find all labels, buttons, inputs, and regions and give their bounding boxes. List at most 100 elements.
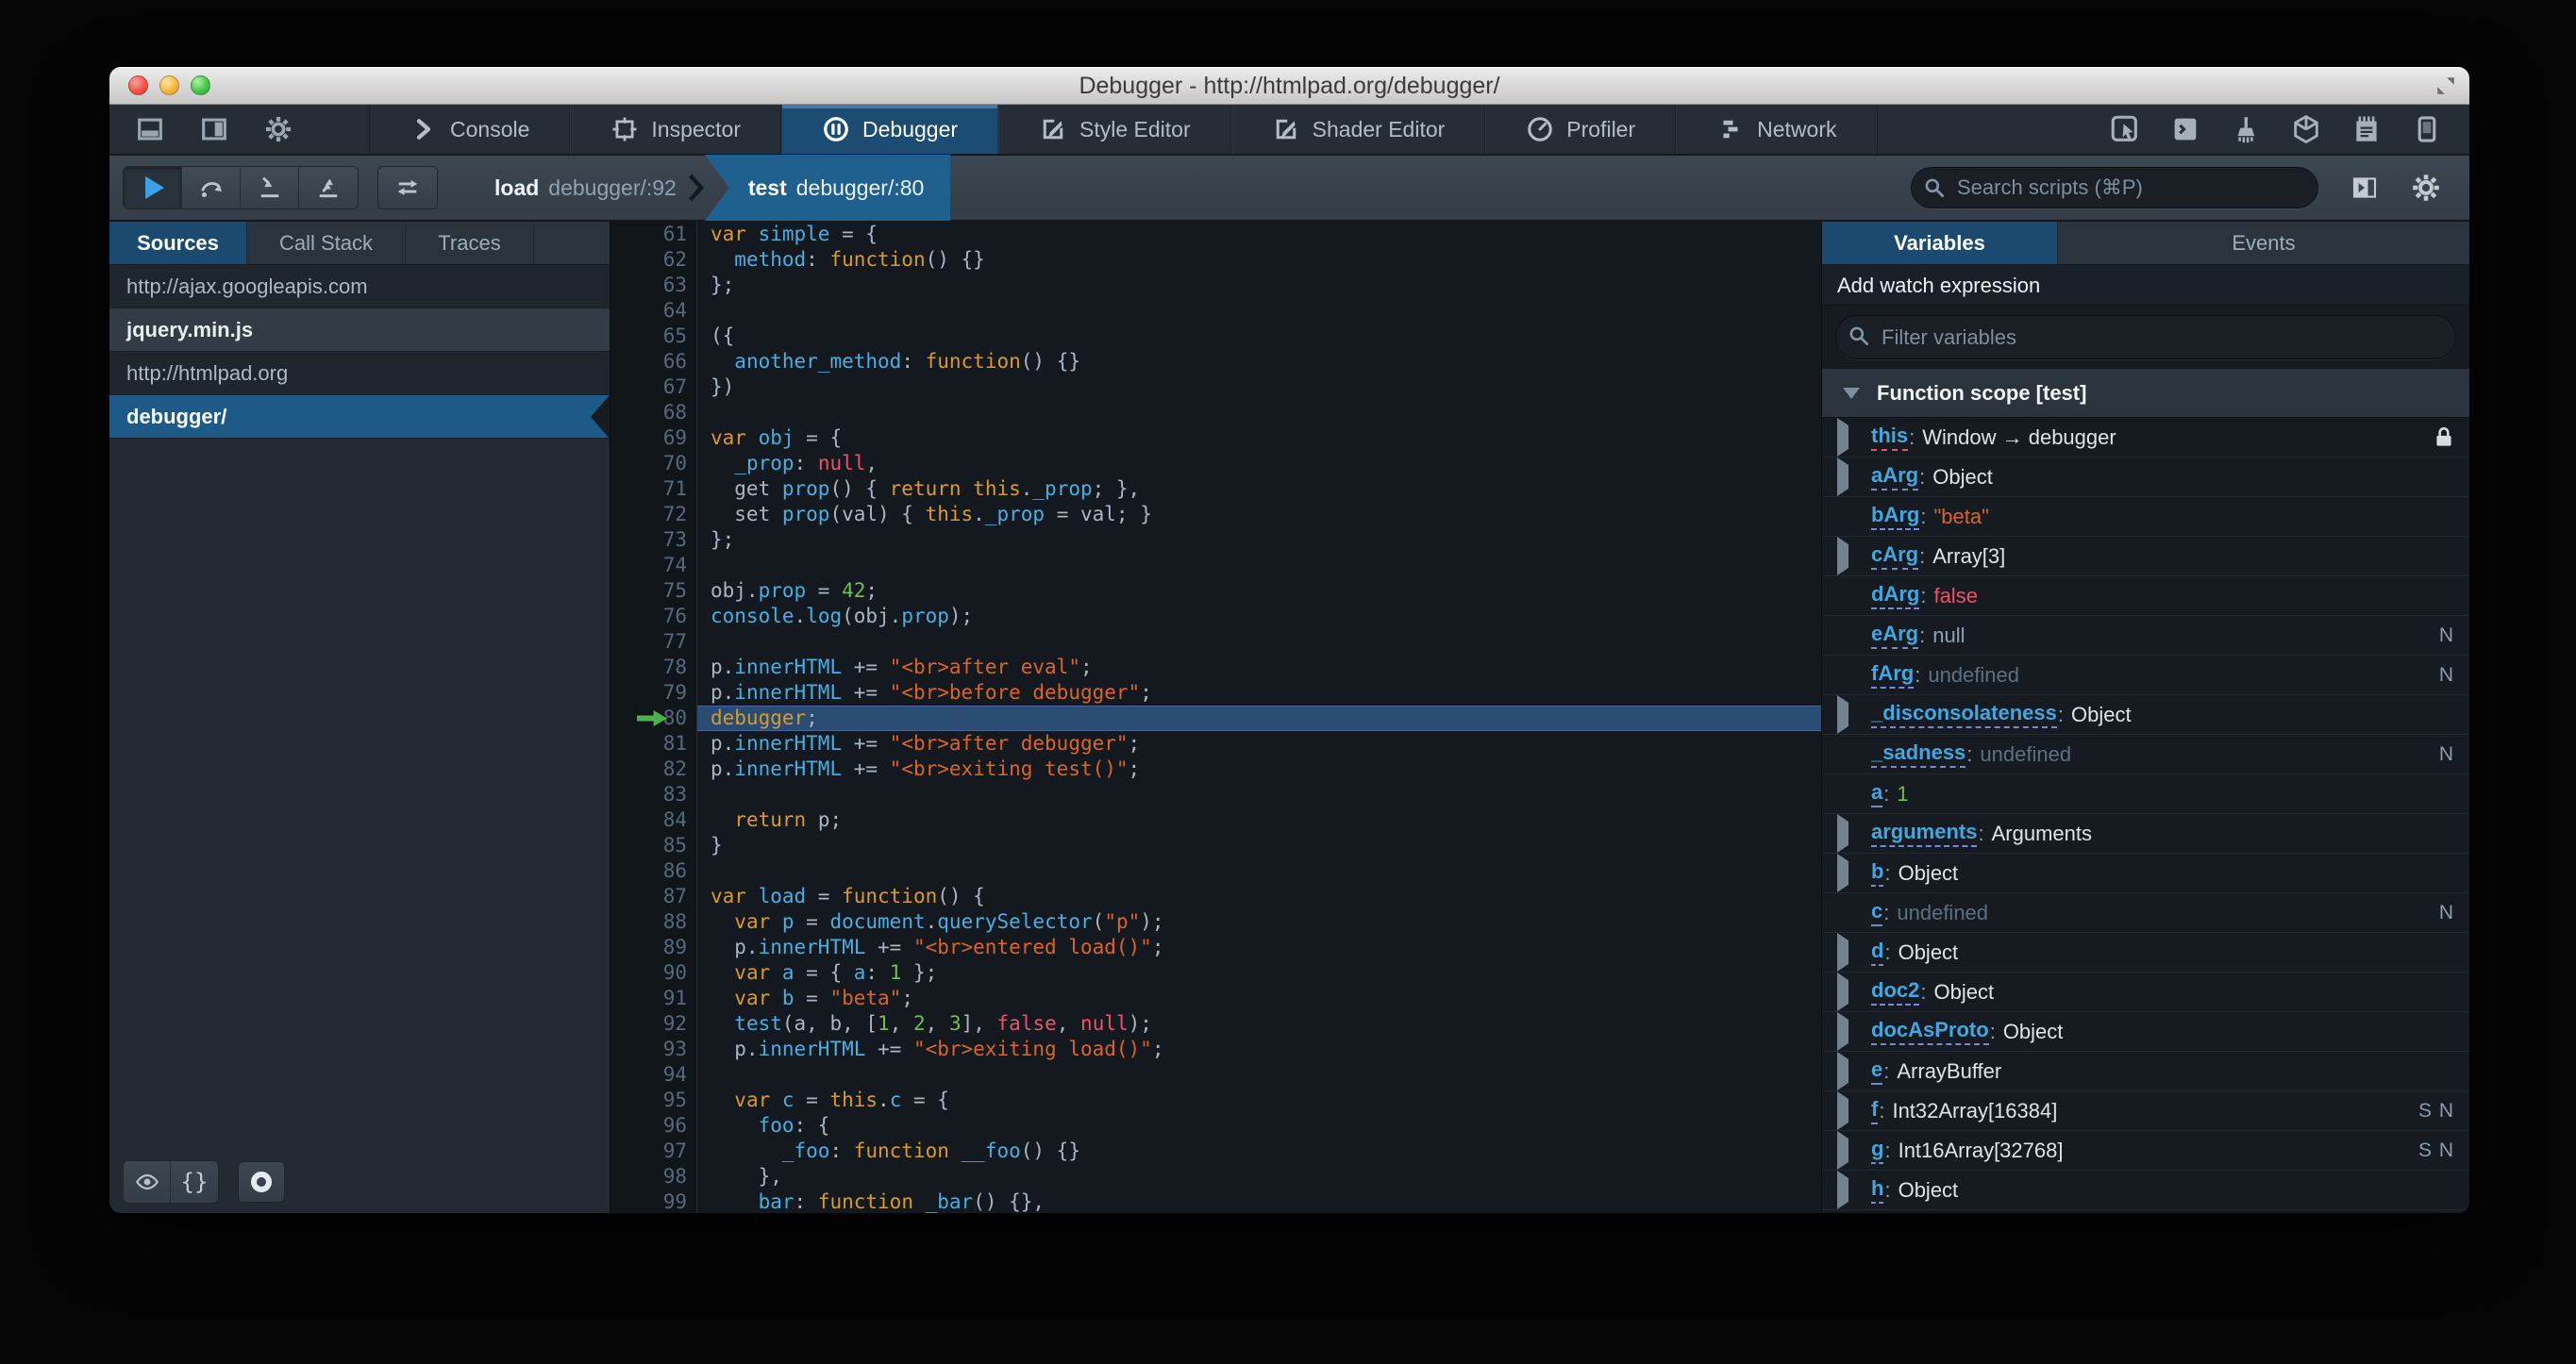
minimize-button[interactable] [159,75,179,95]
variable-value[interactable]: undefined [1928,663,2019,688]
zoom-button[interactable] [191,75,210,95]
search-scripts-input[interactable] [1911,167,2318,208]
variable-value[interactable]: Object [2003,1020,2064,1044]
line-number[interactable]: 70 [611,451,697,476]
tab-inspector[interactable]: Inspector [570,105,781,154]
dock-bottom-button[interactable] [134,113,166,145]
source-item[interactable]: http://ajax.googleapis.com [109,265,610,308]
tilt-3d-button[interactable] [2290,113,2322,145]
variable-value[interactable]: ArrayBuffer [1897,1059,2001,1084]
line-number[interactable]: 87 [611,884,697,909]
code-text[interactable]: set prop(val) { this._prop = val; } [697,502,1821,527]
sources-tab-sources[interactable]: Sources [109,222,247,264]
fullscreen-icon[interactable] [2435,75,2456,96]
variable-name[interactable]: fArg [1871,661,1915,689]
toggle-breakpoints-button[interactable] [238,1161,285,1203]
source-item[interactable]: jquery.min.js [109,308,610,352]
line-number[interactable]: 67 [611,374,697,400]
source-item[interactable]: http://htmlpad.org [109,352,610,395]
code-text[interactable]: get prop() { return this._prop; }, [697,476,1821,502]
sources-tab-call-stack[interactable]: Call Stack [247,222,406,264]
add-watch-expression[interactable]: Add watch expression [1822,265,2469,306]
tab-profiler[interactable]: Profiler [1485,105,1677,154]
step-out-button[interactable] [299,167,358,208]
variable-name[interactable]: doc2 [1871,978,1920,1006]
expand-arrow-icon[interactable] [1837,418,1871,457]
code-text[interactable]: p.innerHTML += "<br>before debugger"; [697,680,1821,706]
expand-arrow-icon[interactable] [1837,694,1871,734]
line-number[interactable]: 62 [611,247,697,273]
variable-name[interactable]: eArg [1871,622,1919,649]
panel-toggle-button[interactable] [2347,172,2383,204]
line-number[interactable]: 91 [611,986,697,1011]
responsive-mode-button[interactable] [2411,113,2443,145]
variable-value[interactable]: false [1933,584,1977,608]
variable-name[interactable]: d [1871,939,1884,966]
code-text[interactable]: var load = function() { [697,884,1821,909]
line-number[interactable]: 85 [611,833,697,858]
line-number[interactable]: 95 [611,1088,697,1113]
variable-value[interactable]: Int16Array[32768] [1899,1139,2064,1163]
line-number[interactable]: 65 [611,324,697,349]
line-number[interactable]: 97 [611,1139,697,1164]
code-text[interactable]: p.innerHTML += "<br>entered load()"; [697,935,1821,960]
variable-name[interactable]: f [1871,1097,1879,1124]
variable-value[interactable]: "beta" [1933,505,1988,529]
tab-console[interactable]: Console [370,105,571,154]
expand-arrow-icon[interactable] [1837,1170,1871,1209]
scratchpad-button[interactable] [2350,113,2383,145]
code-text[interactable] [697,782,1821,807]
variable-name[interactable]: cArg [1871,542,1919,570]
dock-side-button[interactable] [198,113,230,145]
line-number[interactable]: 84 [611,807,697,833]
code-text[interactable]: obj.prop = 42; [697,578,1821,604]
variable-value[interactable]: Object [1932,465,1993,490]
line-number[interactable]: 83 [611,782,697,807]
variable-name[interactable]: _sadness [1871,740,1966,768]
expand-arrow-icon[interactable] [1837,457,1871,496]
breadcrumb-frame-load[interactable]: load debugger/:92 [483,175,688,201]
expand-arrow-icon[interactable] [1837,1011,1871,1051]
pick-element-button[interactable] [2109,113,2141,145]
code-text[interactable]: var c = this.c = { [697,1088,1821,1113]
variable-name[interactable]: b [1871,859,1884,887]
code-text[interactable]: } [697,833,1821,858]
code-text[interactable]: test(a, b, [1, 2, 3], false, null); [697,1011,1821,1037]
step-in-button[interactable] [241,167,299,208]
expand-arrow-icon[interactable] [1837,972,1871,1011]
code-text[interactable]: _prop: null, [697,451,1821,476]
variable-name[interactable]: g [1871,1137,1884,1164]
code-text[interactable]: p.innerHTML += "<br>exiting load()"; [697,1037,1821,1062]
filter-variables-input[interactable] [1835,315,2456,359]
code-text[interactable]: var p = document.querySelector("p"); [697,909,1821,935]
line-number[interactable]: 89 [611,935,697,960]
line-number[interactable]: 73 [611,527,697,553]
tab-shader-editor[interactable]: Shader Editor [1230,105,1486,154]
expand-arrow-icon[interactable] [1837,813,1871,853]
variable-name[interactable]: docAsProto [1871,1018,1989,1045]
code-text[interactable]: debugger; [697,706,1821,731]
line-number[interactable]: 71 [611,476,697,502]
line-number[interactable]: 79 [611,680,697,706]
code-text[interactable] [697,858,1821,884]
variable-name[interactable]: dArg [1871,582,1920,609]
code-text[interactable]: return p; [697,807,1821,833]
code-text[interactable]: p.innerHTML += "<br>after eval"; [697,655,1821,680]
line-number[interactable]: 78 [611,655,697,680]
line-number[interactable]: 75 [611,578,697,604]
variable-name[interactable]: a [1871,780,1883,807]
tab-network[interactable]: Network [1676,105,1878,154]
variable-value[interactable]: Object [1899,1178,1959,1203]
line-number[interactable]: 64 [611,298,697,324]
code-text[interactable] [697,298,1821,324]
line-number[interactable]: 61 [611,222,697,247]
variable-value[interactable]: 1 [1897,782,1908,807]
expand-arrow-icon[interactable] [1837,853,1871,892]
variable-name[interactable]: _disconsolateness [1871,701,2057,728]
variable-name[interactable]: c [1871,899,1883,926]
expand-arrow-icon[interactable] [1837,1051,1871,1090]
expand-arrow-icon[interactable] [1837,1130,1871,1170]
line-number[interactable]: 93 [611,1037,697,1062]
resume-button[interactable] [124,167,182,208]
code-text[interactable]: var simple = { [697,222,1821,247]
